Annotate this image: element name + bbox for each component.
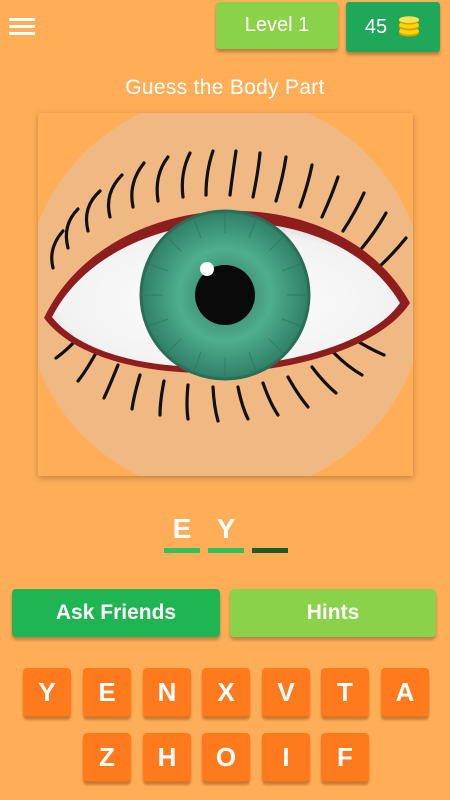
- letter-key[interactable]: H: [143, 733, 191, 781]
- letter-key[interactable]: E: [83, 668, 131, 716]
- answer-letter: [252, 512, 288, 546]
- eye-illustration: [38, 113, 413, 476]
- coin-count: 45: [364, 15, 388, 38]
- answer-underline: [164, 548, 200, 553]
- hamburger-menu-icon: [9, 18, 35, 35]
- letter-key[interactable]: V: [262, 668, 310, 716]
- letter-key[interactable]: X: [202, 668, 250, 716]
- hints-button[interactable]: Hints: [230, 589, 436, 637]
- letter-key[interactable]: F: [321, 733, 369, 781]
- coin-stack-icon: [399, 16, 420, 37]
- answer-underline: [208, 548, 244, 553]
- letter-key[interactable]: Z: [83, 733, 131, 781]
- letter-key[interactable]: N: [143, 668, 191, 716]
- letter-key[interactable]: A: [381, 668, 429, 716]
- coins-button[interactable]: 45: [346, 2, 440, 52]
- ask-friends-button[interactable]: Ask Friends: [12, 589, 220, 637]
- level-label: Level 1: [244, 14, 310, 36]
- page-title: Guess the Body Part: [125, 76, 325, 99]
- answer-letter: Y: [216, 513, 236, 544]
- letter-key[interactable]: Y: [23, 668, 71, 716]
- ask-friends-label: Ask Friends: [55, 601, 177, 624]
- answer-letter: E: [172, 513, 192, 544]
- letter-key[interactable]: O: [202, 733, 250, 781]
- answer-slot-empty[interactable]: [252, 512, 288, 553]
- letter-key[interactable]: T: [321, 668, 369, 716]
- answer-underline: [252, 548, 288, 553]
- letter-key[interactable]: I: [262, 733, 310, 781]
- level-button[interactable]: Level 1: [216, 2, 338, 49]
- answer-slot[interactable]: E: [164, 512, 200, 553]
- menu-button[interactable]: [9, 14, 35, 38]
- answer-slots: E Y: [0, 512, 450, 557]
- answer-slot[interactable]: Y: [208, 512, 244, 553]
- hints-label: Hints: [306, 601, 360, 624]
